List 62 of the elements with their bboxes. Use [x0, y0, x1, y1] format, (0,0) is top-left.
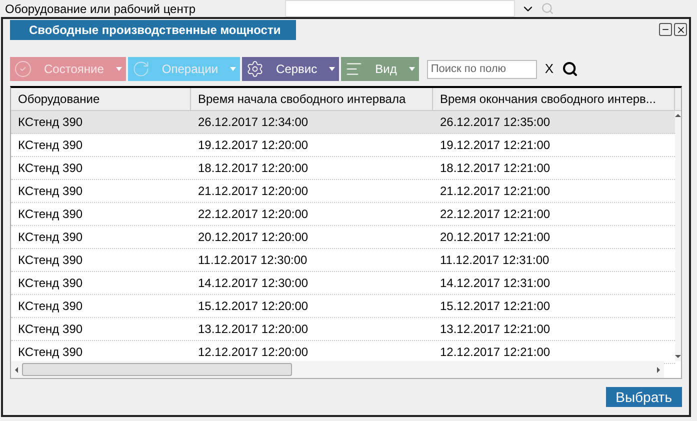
table-cell-text: 26.12.2017 12:35:00	[439, 114, 552, 131]
caret-icon	[230, 67, 236, 71]
scroll-up-icon[interactable]	[675, 114, 681, 117]
clear-search-button[interactable]: X	[544, 59, 554, 79]
table-cell-text: 14.12.2017 12:31:00	[439, 275, 552, 292]
field-label: Оборудование или рабочий центр	[4, 2, 197, 14]
table-cell-text: 18.12.2017 12:20:00	[197, 160, 310, 177]
vertical-scrollbar[interactable]	[675, 111, 681, 361]
table-cell-text: КСтенд 390	[17, 229, 84, 246]
table-row[interactable]: КСтенд 390 26.12.2017 12:34:00 26.12.2017 12:35:00	[11, 111, 675, 134]
table-cell-text: КСтенд 390	[17, 275, 84, 292]
table-cell-text: 20.12.2017 12:20:00	[197, 229, 310, 246]
scroll-right-icon[interactable]	[657, 366, 660, 372]
table-cell-text: 15.12.2017 12:20:00	[197, 298, 310, 315]
select-button[interactable]: Выбрать	[606, 387, 682, 407]
table-cell-text: КСтенд 390	[17, 344, 84, 361]
search-field[interactable]: Поиск по полю	[426, 60, 537, 78]
check-circle-icon	[14, 60, 32, 78]
scroll-thumb[interactable]	[22, 363, 292, 376]
table-cell-text: 19.12.2017 12:20:00	[197, 137, 310, 154]
table-cell-text: КСтенд 390	[17, 298, 84, 315]
table-cell-text: КСтенд 390	[17, 160, 84, 177]
maximize-button[interactable]	[659, 23, 672, 36]
caret-icon	[116, 67, 122, 71]
caret-icon	[408, 67, 415, 71]
caret-icon	[329, 67, 336, 71]
table-cell-text: 19.12.2017 12:21:00	[439, 137, 552, 154]
table-cell-text: 26.12.2017 12:34:00	[197, 114, 310, 131]
table-cell-text: КСтенд 390	[17, 206, 84, 223]
toolbar-menu-button[interactable]: Сервис	[242, 57, 340, 81]
table-cell-text: 11.12.2017 12:31:00	[439, 252, 550, 269]
column-header[interactable]: Время окончания свободного интерв...	[433, 88, 675, 110]
table-cell-text: 12.12.2017 12:21:00	[439, 344, 552, 361]
table-cell-text: КСтенд 390	[17, 252, 84, 269]
equipment-field[interactable]	[285, 0, 515, 17]
column-header[interactable]: Оборудование	[11, 88, 191, 110]
search-icon[interactable]	[562, 61, 578, 77]
table-cell-text: 22.12.2017 12:21:00	[439, 206, 552, 223]
table-cell-text: КСтенд 390	[17, 137, 84, 154]
table-cell-text: 13.12.2017 12:21:00	[439, 321, 552, 338]
table-cell-text: 18.12.2017 12:21:00	[439, 160, 552, 177]
column-header[interactable]: Время начала свободного интервала	[191, 88, 433, 110]
table-cell-text: 13.12.2017 12:20:00	[197, 321, 310, 338]
table-cell-text: 21.12.2017 12:20:00	[197, 183, 310, 200]
table-cell-text: 12.12.2017 12:20:00	[197, 344, 310, 361]
close-icon	[676, 24, 686, 34]
table-cell-text: КСтенд 390	[17, 321, 84, 338]
table-cell-text: 22.12.2017 12:20:00	[197, 206, 310, 223]
table-cell-text: 20.12.2017 12:21:00	[439, 229, 552, 246]
horizontal-scrollbar[interactable]	[11, 361, 664, 378]
table-cell-text: 14.12.2017 12:30:00	[197, 275, 310, 292]
close-button[interactable]	[674, 23, 687, 36]
table-cell-text: КСтенд 390	[17, 183, 84, 200]
dialog-title: Свободные производственные мощности	[10, 20, 296, 40]
scroll-left-icon[interactable]	[15, 366, 18, 372]
table-cell-text: КСтенд 390	[17, 114, 84, 131]
gear-icon	[246, 60, 264, 78]
table-cell-text: 11.12.2017 12:30:00	[197, 252, 308, 269]
table-cell-text: 21.12.2017 12:21:00	[439, 183, 552, 200]
scroll-down-icon[interactable]	[675, 355, 681, 358]
refresh-icon	[132, 60, 150, 78]
table-cell-text: 15.12.2017 12:21:00	[439, 298, 552, 315]
